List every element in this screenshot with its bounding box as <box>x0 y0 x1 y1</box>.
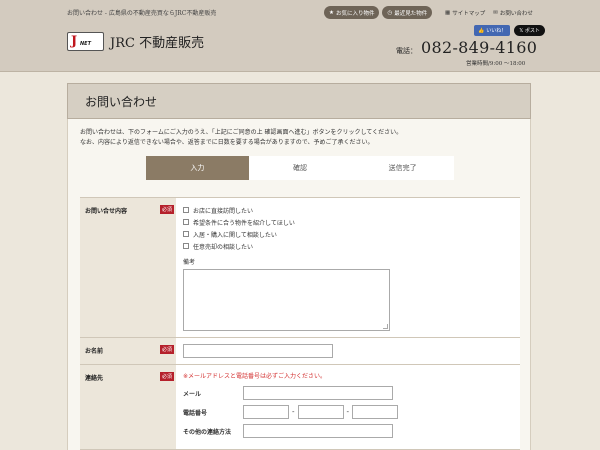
note-label: 備考 <box>183 259 196 266</box>
checkbox[interactable] <box>183 207 189 213</box>
mail-icon: ✉ <box>493 10 498 16</box>
contact-link[interactable]: ✉ お問い合わせ <box>493 9 533 17</box>
inquiry-option-consult[interactable]: 入居・購入に関して相談したい <box>183 228 513 240</box>
phone-input-2[interactable] <box>297 405 344 419</box>
name-field <box>176 338 520 364</box>
intro-line-2: なお、内容により返信できない場合や、返答までに日数を要する場合がありますので、予… <box>80 139 374 146</box>
phone-label: 電話： <box>396 47 417 55</box>
phone-line: 電話番号 - - <box>183 405 513 419</box>
header-buttons: ★ お気に入り物件 ◷ 最近見た物件 <box>324 6 433 19</box>
phone-separator: - <box>346 408 350 416</box>
intro-line-1: お問い合わせは、下のフォームにご入力のうえ、「上記にご同意の上 確認画面へ進む」… <box>80 129 403 136</box>
site-header: お問い合わせ - 広島県の不動産売買ならJRC不動産販売 ★ お気に入り物件 ◷… <box>0 0 600 72</box>
inquiry-label-cell: お問い合せ内容 必須 <box>80 198 176 337</box>
contact-warning: ※メールアドレスと電話番号は必ずご入力ください。 <box>183 373 327 380</box>
logo-mark: J NET <box>67 32 104 51</box>
contact-row: 連絡先 必須 ※メールアドレスと電話番号は必ずご入力ください。 メール 電話番号… <box>80 365 520 450</box>
recent-button[interactable]: ◷ 最近見た物件 <box>382 6 433 19</box>
email-label: メール <box>183 390 202 398</box>
checkbox[interactable] <box>183 219 189 225</box>
sitemap-link[interactable]: ▦ サイトマップ <box>445 9 485 17</box>
tw-label: ポスト <box>524 28 540 34</box>
phone-info: 電話： 082-849-4160 <box>396 38 537 57</box>
email-input[interactable] <box>243 386 393 400</box>
contact-field: ※メールアドレスと電話番号は必ずご入力ください。 メール 電話番号 - - その… <box>176 365 520 449</box>
other-contact-label: その他の連絡方法 <box>183 428 232 436</box>
clock-icon: ◷ <box>387 9 393 16</box>
step-complete: 送信完了 <box>351 156 455 180</box>
name-input[interactable] <box>183 344 333 358</box>
checkbox[interactable] <box>183 231 189 237</box>
required-badge: 必須 <box>159 205 174 214</box>
social-buttons: 👍 いいね！ 𝕏 ポスト <box>474 25 545 36</box>
inquiry-option-introduce[interactable]: 希望条件に合う物件を紹介してほしい <box>183 216 513 228</box>
phone-input-1[interactable] <box>243 405 289 419</box>
phone-input-3[interactable] <box>352 405 399 419</box>
inquiry-option-voluntary-sale[interactable]: 任意売却の相談したい <box>183 240 513 252</box>
checkbox[interactable] <box>183 243 189 249</box>
option-label: 任意売却の相談したい <box>193 243 254 251</box>
name-row: お名前 必須 <box>80 338 520 365</box>
logo-net: NET <box>80 41 92 47</box>
contact-label-cell: 連絡先 必須 <box>80 365 176 449</box>
name-label: お名前 <box>85 348 104 355</box>
option-label: 希望条件に合う物件を紹介してほしい <box>193 219 295 227</box>
inquiry-option-visit[interactable]: お店に直接訪問したい <box>183 204 513 216</box>
note-textarea[interactable] <box>183 269 390 331</box>
step-confirm: 確認 <box>248 156 360 180</box>
favorites-button[interactable]: ★ お気に入り物件 <box>324 6 380 19</box>
x-icon: 𝕏 <box>519 28 524 34</box>
phone-field-label: 電話番号 <box>183 409 208 417</box>
contact-label: 連絡先 <box>85 375 104 382</box>
required-badge: 必須 <box>159 372 174 381</box>
content-panel: お問い合わせは、下のフォームにご入力のうえ、「上記にご同意の上 確認画面へ進む」… <box>67 119 531 450</box>
logo-text: JRC 不動産販売 <box>110 36 205 51</box>
facebook-like-button[interactable]: 👍 いいね！ <box>474 25 511 36</box>
phone-separator: - <box>292 408 295 416</box>
sitemap-icon: ▦ <box>445 10 451 16</box>
name-label-cell: お名前 必須 <box>80 338 176 364</box>
other-contact-input[interactable] <box>243 424 393 438</box>
header-tagline: お問い合わせ - 広島県の不動産売買ならJRC不動産販売 <box>67 10 217 17</box>
inquiry-label: お問い合せ内容 <box>85 208 128 215</box>
sitemap-label: サイトマップ <box>452 11 486 17</box>
phone-number[interactable]: 082-849-4160 <box>421 38 537 57</box>
favorites-label: お気に入り物件 <box>335 10 375 17</box>
phone-inputs: - - <box>243 405 399 419</box>
step-input: 入力 <box>146 156 258 180</box>
option-label: 入居・購入に関して相談したい <box>193 231 277 239</box>
option-label: お店に直接訪問したい <box>193 207 254 215</box>
inquiry-row: お問い合せ内容 必須 お店に直接訪問したい 希望条件に合う物件を紹介してほしい … <box>80 198 520 338</box>
thumbs-up-icon: 👍 <box>478 27 485 34</box>
star-icon: ★ <box>329 9 334 16</box>
progress-steps: 入力 確認 送信完了 <box>146 156 455 180</box>
site-logo[interactable]: J NET JRC 不動産販売 <box>67 32 204 51</box>
required-badge: 必須 <box>159 345 174 354</box>
fb-label: いいね！ <box>486 28 507 34</box>
contact-form: お問い合せ内容 必須 お店に直接訪問したい 希望条件に合う物件を紹介してほしい … <box>80 197 520 450</box>
intro-text: お問い合わせは、下のフォームにご入力のうえ、「上記にご同意の上 確認画面へ進む」… <box>80 128 520 148</box>
x-post-button[interactable]: 𝕏 ポスト <box>514 25 545 36</box>
business-hours: 営業時間/9:00 ～18:00 <box>466 61 526 67</box>
inquiry-field: お店に直接訪問したい 希望条件に合う物件を紹介してほしい 入居・購入に関して相談… <box>176 198 520 337</box>
recent-label: 最近見た物件 <box>394 10 428 17</box>
page-title: お問い合わせ <box>85 94 158 109</box>
other-line: その他の連絡方法 <box>183 424 513 438</box>
logo-j: J <box>71 34 78 49</box>
header-links: ▦ サイトマップ ✉ お問い合わせ <box>445 9 533 17</box>
email-line: メール <box>183 386 513 400</box>
page-heading: お問い合わせ <box>67 83 531 119</box>
contact-label: お問い合わせ <box>499 11 533 17</box>
